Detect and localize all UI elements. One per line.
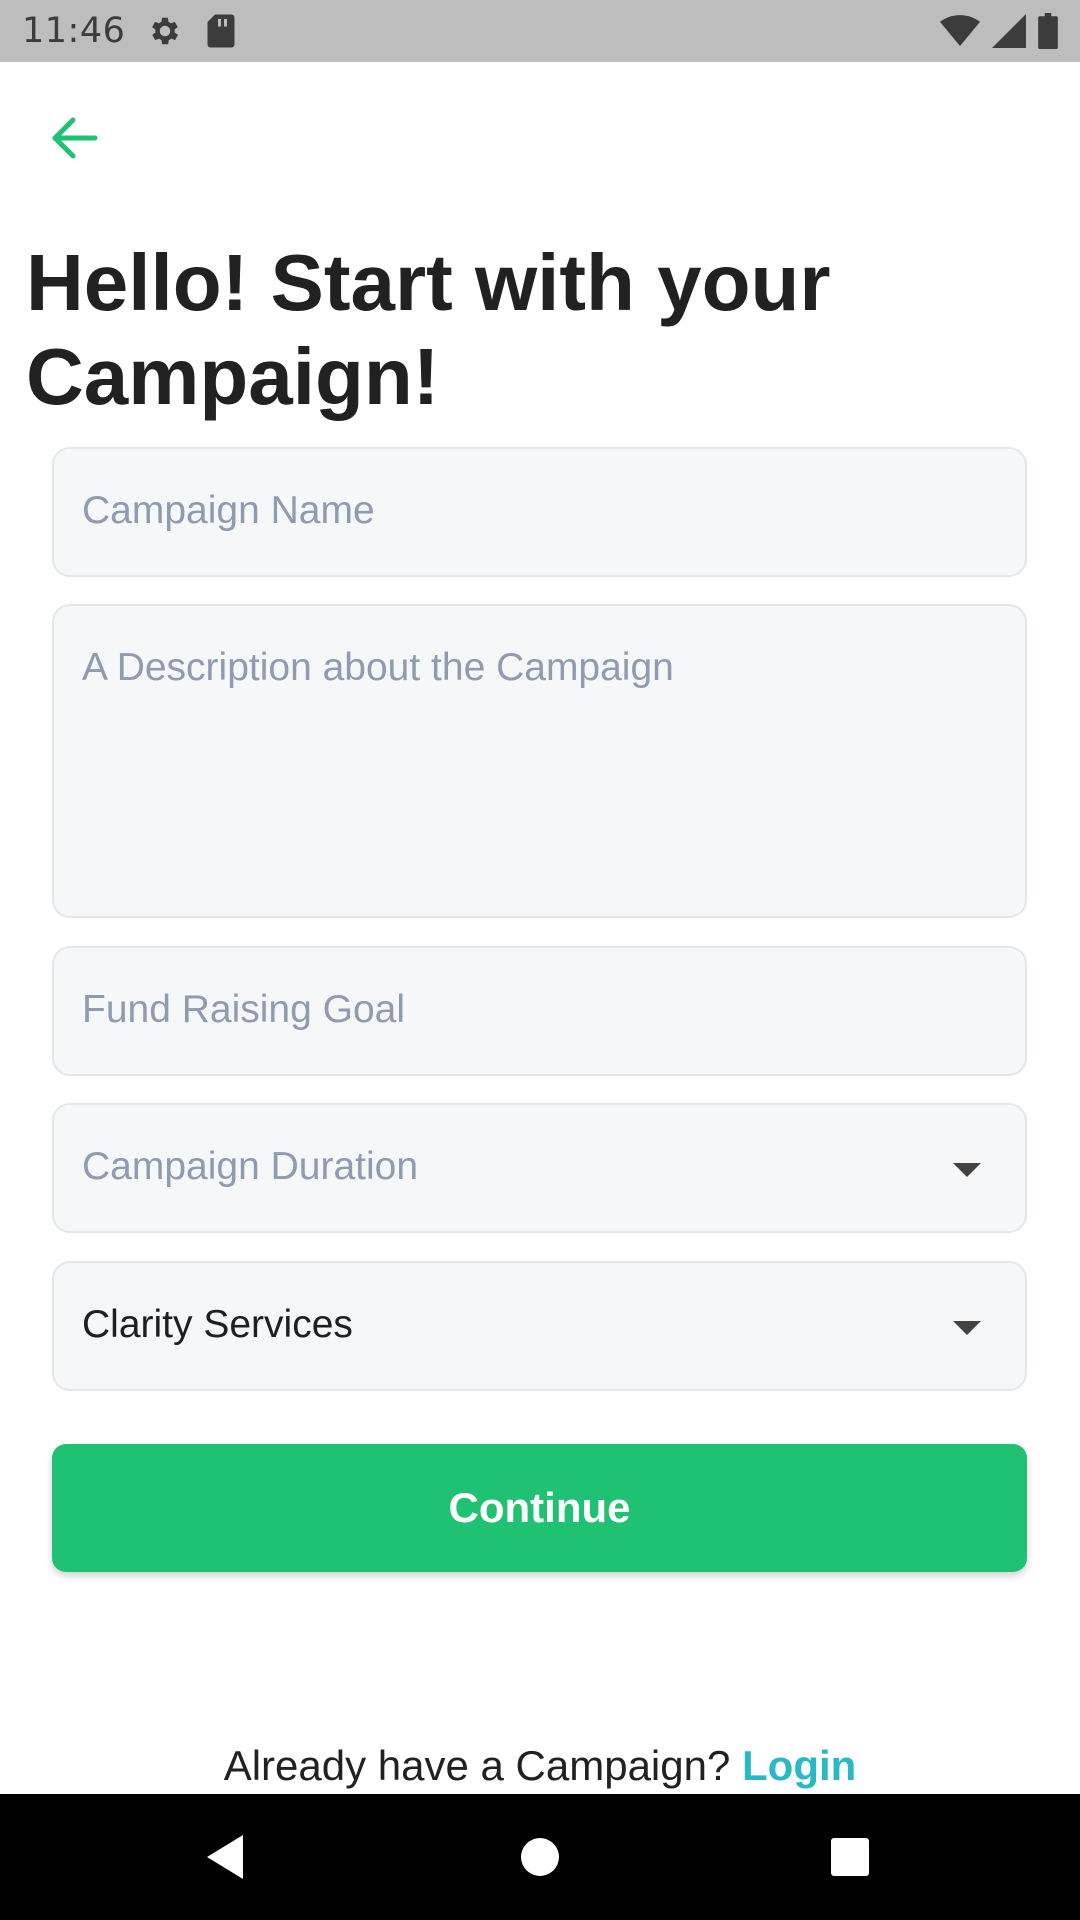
gear-icon: [147, 13, 183, 49]
chevron-down-icon: [953, 1163, 981, 1177]
battery-icon: [1038, 13, 1058, 49]
nav-recents-button[interactable]: [780, 1794, 920, 1920]
continue-label: Continue: [448, 1484, 631, 1531]
continue-button[interactable]: Continue: [52, 1444, 1027, 1572]
page-title: Hello! Start with your Campaign!: [26, 236, 1026, 424]
status-right: [940, 0, 1058, 62]
category-value: Clarity Services: [82, 1303, 353, 1346]
navigation-bar: [0, 1794, 1080, 1920]
nav-back-button[interactable]: [155, 1794, 295, 1920]
back-button[interactable]: [44, 108, 104, 168]
category-select[interactable]: Clarity Services: [52, 1261, 1027, 1391]
page-title-line1: Hello! Start with your: [26, 238, 831, 327]
status-bar: 11:46: [0, 0, 1080, 62]
nav-home-button[interactable]: [470, 1794, 610, 1920]
chevron-down-icon: [953, 1321, 981, 1335]
page-title-line2: Campaign!: [26, 332, 440, 421]
fund-goal-placeholder: Fund Raising Goal: [82, 988, 406, 1031]
signal-icon: [992, 14, 1026, 48]
status-time: 11:46: [22, 11, 126, 51]
wifi-icon: [940, 14, 980, 48]
description-placeholder: A Description about the Campaign: [82, 646, 674, 689]
login-link[interactable]: Login: [742, 1742, 856, 1789]
status-left: 11:46: [22, 11, 237, 51]
home-circle-icon: [521, 1838, 559, 1876]
fund-goal-field[interactable]: Fund Raising Goal: [52, 946, 1027, 1076]
arrow-left-icon: [52, 117, 98, 159]
login-prompt: Already have a Campaign? Login: [0, 1742, 1080, 1790]
sd-card-icon: [205, 13, 237, 49]
description-field[interactable]: A Description about the Campaign: [52, 604, 1027, 918]
campaign-name-placeholder: Campaign Name: [82, 489, 375, 532]
duration-select[interactable]: Campaign Duration: [52, 1103, 1027, 1233]
duration-placeholder: Campaign Duration: [82, 1145, 419, 1188]
login-prompt-text: Already have a Campaign?: [223, 1742, 731, 1789]
recents-square-icon: [831, 1838, 869, 1876]
back-triangle-icon: [207, 1835, 243, 1879]
campaign-name-field[interactable]: Campaign Name: [52, 447, 1027, 577]
